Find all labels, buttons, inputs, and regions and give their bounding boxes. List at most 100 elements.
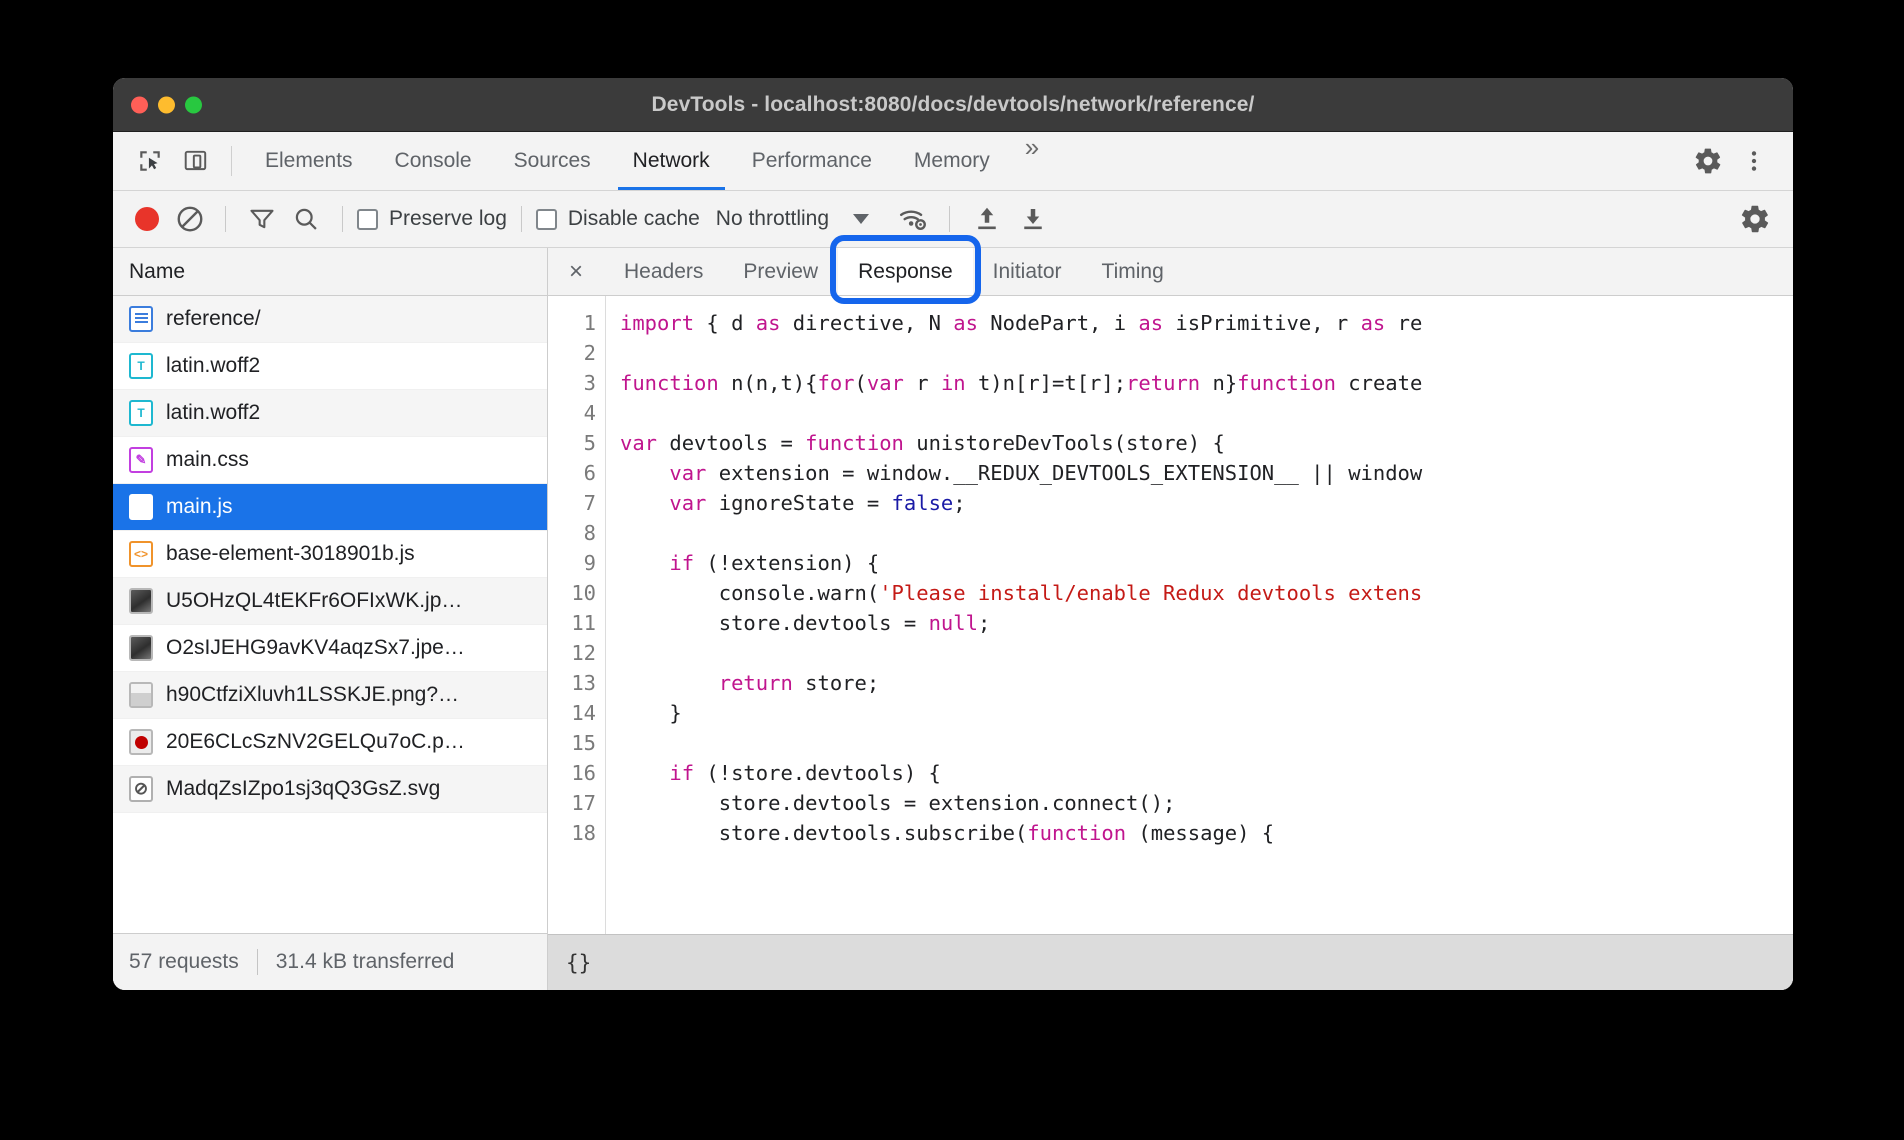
- import-har-icon[interactable]: [964, 204, 1010, 234]
- settings-gear-icon[interactable]: [1685, 146, 1731, 176]
- code-line: if (!store.devtools) {: [620, 758, 1793, 788]
- tab-timing[interactable]: Timing: [1082, 248, 1184, 295]
- code-line: console.warn('Please install/enable Redu…: [620, 578, 1793, 608]
- devtools-panel-tabs: Elements Console Sources Network Perform…: [113, 132, 1793, 191]
- chevron-down-icon[interactable]: [853, 214, 869, 224]
- tab-label: Preview: [743, 260, 818, 284]
- tab-headers[interactable]: Headers: [604, 248, 723, 295]
- preserve-log-checkbox[interactable]: Preserve log: [357, 207, 507, 231]
- request-name: h90CtfziXluvh1LSSKJE.png?…: [166, 683, 459, 707]
- throttling-dropdown-value[interactable]: No throttling: [716, 207, 829, 231]
- line-number: 10: [548, 578, 596, 608]
- request-list-pane: Name reference/Tlatin.woff2Tlatin.woff2✎…: [113, 248, 548, 990]
- toolbar-divider: [949, 206, 950, 232]
- minimize-window-button[interactable]: [158, 96, 175, 113]
- line-number: 9: [548, 548, 596, 578]
- script-icon: <>: [129, 541, 153, 567]
- disable-cache-label: Disable cache: [568, 207, 700, 231]
- request-list: reference/Tlatin.woff2Tlatin.woff2✎main.…: [113, 296, 547, 933]
- wifi-settings-icon[interactable]: [891, 204, 935, 234]
- detail-tabs: × Headers Preview Response Initiator Tim…: [548, 248, 1793, 296]
- line-number: 5: [548, 428, 596, 458]
- request-row[interactable]: U5OHzQL4tEKFr6OFIxWK.jp…: [113, 578, 547, 625]
- more-options-icon[interactable]: [1731, 148, 1777, 174]
- disable-cache-checkbox[interactable]: Disable cache: [536, 207, 700, 231]
- line-number: 3: [548, 368, 596, 398]
- line-number: 13: [548, 668, 596, 698]
- code-line: function n(n,t){for(var r in t)n[r]=t[r]…: [620, 368, 1793, 398]
- line-number: 17: [548, 788, 596, 818]
- request-name: reference/: [166, 307, 261, 331]
- request-row[interactable]: reference/: [113, 296, 547, 343]
- close-window-button[interactable]: [131, 96, 148, 113]
- column-header-name[interactable]: Name: [113, 248, 547, 296]
- svg-icon: ⊘: [129, 776, 153, 802]
- line-number: 15: [548, 728, 596, 758]
- code-line: [620, 638, 1793, 668]
- filter-icon[interactable]: [240, 205, 284, 233]
- devtools-tabs-right-controls: [1660, 132, 1793, 190]
- maximize-window-button[interactable]: [185, 96, 202, 113]
- code-line: import { d as directive, N as NodePart, …: [620, 308, 1793, 338]
- request-row[interactable]: Tlatin.woff2: [113, 390, 547, 437]
- request-row[interactable]: 20E6CLcSzNV2GELQu7oC.p…: [113, 719, 547, 766]
- network-toolbar-right: [1729, 203, 1781, 235]
- network-body: Name reference/Tlatin.woff2Tlatin.woff2✎…: [113, 248, 1793, 990]
- tab-console[interactable]: Console: [374, 132, 493, 190]
- font-icon: T: [129, 353, 153, 379]
- tab-elements[interactable]: Elements: [244, 132, 374, 190]
- tab-sources[interactable]: Sources: [493, 132, 612, 190]
- tab-performance[interactable]: Performance: [731, 132, 893, 190]
- request-row[interactable]: h90CtfziXluvh1LSSKJE.png?…: [113, 672, 547, 719]
- line-number: 6: [548, 458, 596, 488]
- code-line: var ignoreState = false;: [620, 488, 1793, 518]
- stylesheet-icon: ✎: [129, 447, 153, 473]
- record-button[interactable]: [135, 207, 159, 231]
- request-row[interactable]: ⊘MadqZsIZpo1sj3qQ3GsZ.svg: [113, 766, 547, 813]
- line-number: 7: [548, 488, 596, 518]
- tab-label: Memory: [914, 149, 990, 173]
- request-row[interactable]: ✎main.css: [113, 437, 547, 484]
- code-line: return store;: [620, 668, 1793, 698]
- code-line: var devtools = function unistoreDevTools…: [620, 428, 1793, 458]
- search-icon[interactable]: [284, 205, 328, 233]
- checkbox-box[interactable]: [536, 209, 557, 230]
- request-name: latin.woff2: [166, 401, 260, 425]
- request-row[interactable]: Tlatin.woff2: [113, 343, 547, 390]
- tab-memory[interactable]: Memory: [893, 132, 1011, 190]
- request-row[interactable]: O2sIJEHG9avKV4aqzSx7.jpe…: [113, 625, 547, 672]
- network-settings-gear-icon[interactable]: [1729, 203, 1781, 235]
- clear-button[interactable]: [175, 204, 205, 234]
- more-tabs-icon[interactable]: »: [1011, 132, 1053, 190]
- tab-response[interactable]: Response: [838, 248, 973, 295]
- code-line: [620, 338, 1793, 368]
- line-number: 2: [548, 338, 596, 368]
- inspect-element-icon[interactable]: [127, 132, 173, 190]
- image-icon: [129, 588, 153, 614]
- request-name: 20E6CLcSzNV2GELQu7oC.p…: [166, 730, 465, 754]
- device-toolbar-icon[interactable]: [173, 132, 219, 190]
- request-row[interactable]: <>base-element-3018901b.js: [113, 531, 547, 578]
- image-icon: [129, 635, 153, 661]
- network-status-bar: 57 requests 31.4 kB transferred: [113, 933, 547, 990]
- tab-label: Performance: [752, 149, 872, 173]
- code-content[interactable]: import { d as directive, N as NodePart, …: [606, 296, 1793, 934]
- checkbox-box[interactable]: [357, 209, 378, 230]
- response-code-viewer[interactable]: 123456789101112131415161718 import { d a…: [548, 296, 1793, 934]
- image-icon: [129, 682, 153, 708]
- close-icon[interactable]: ×: [548, 248, 604, 295]
- line-number: 12: [548, 638, 596, 668]
- tab-preview[interactable]: Preview: [723, 248, 838, 295]
- devtools-window: DevTools - localhost:8080/docs/devtools/…: [113, 78, 1793, 990]
- pretty-print-bar[interactable]: {}: [548, 934, 1793, 990]
- image-icon: [129, 729, 153, 755]
- request-name: O2sIJEHG9avKV4aqzSx7.jpe…: [166, 636, 465, 660]
- export-har-icon[interactable]: [1010, 204, 1056, 234]
- tab-label: Network: [633, 149, 710, 173]
- tab-initiator[interactable]: Initiator: [973, 248, 1082, 295]
- tab-label: Sources: [514, 149, 591, 173]
- pretty-print-label: {}: [566, 951, 591, 975]
- request-row[interactable]: <>main.js: [113, 484, 547, 531]
- tab-network[interactable]: Network: [612, 132, 731, 190]
- tab-label: Initiator: [993, 260, 1062, 284]
